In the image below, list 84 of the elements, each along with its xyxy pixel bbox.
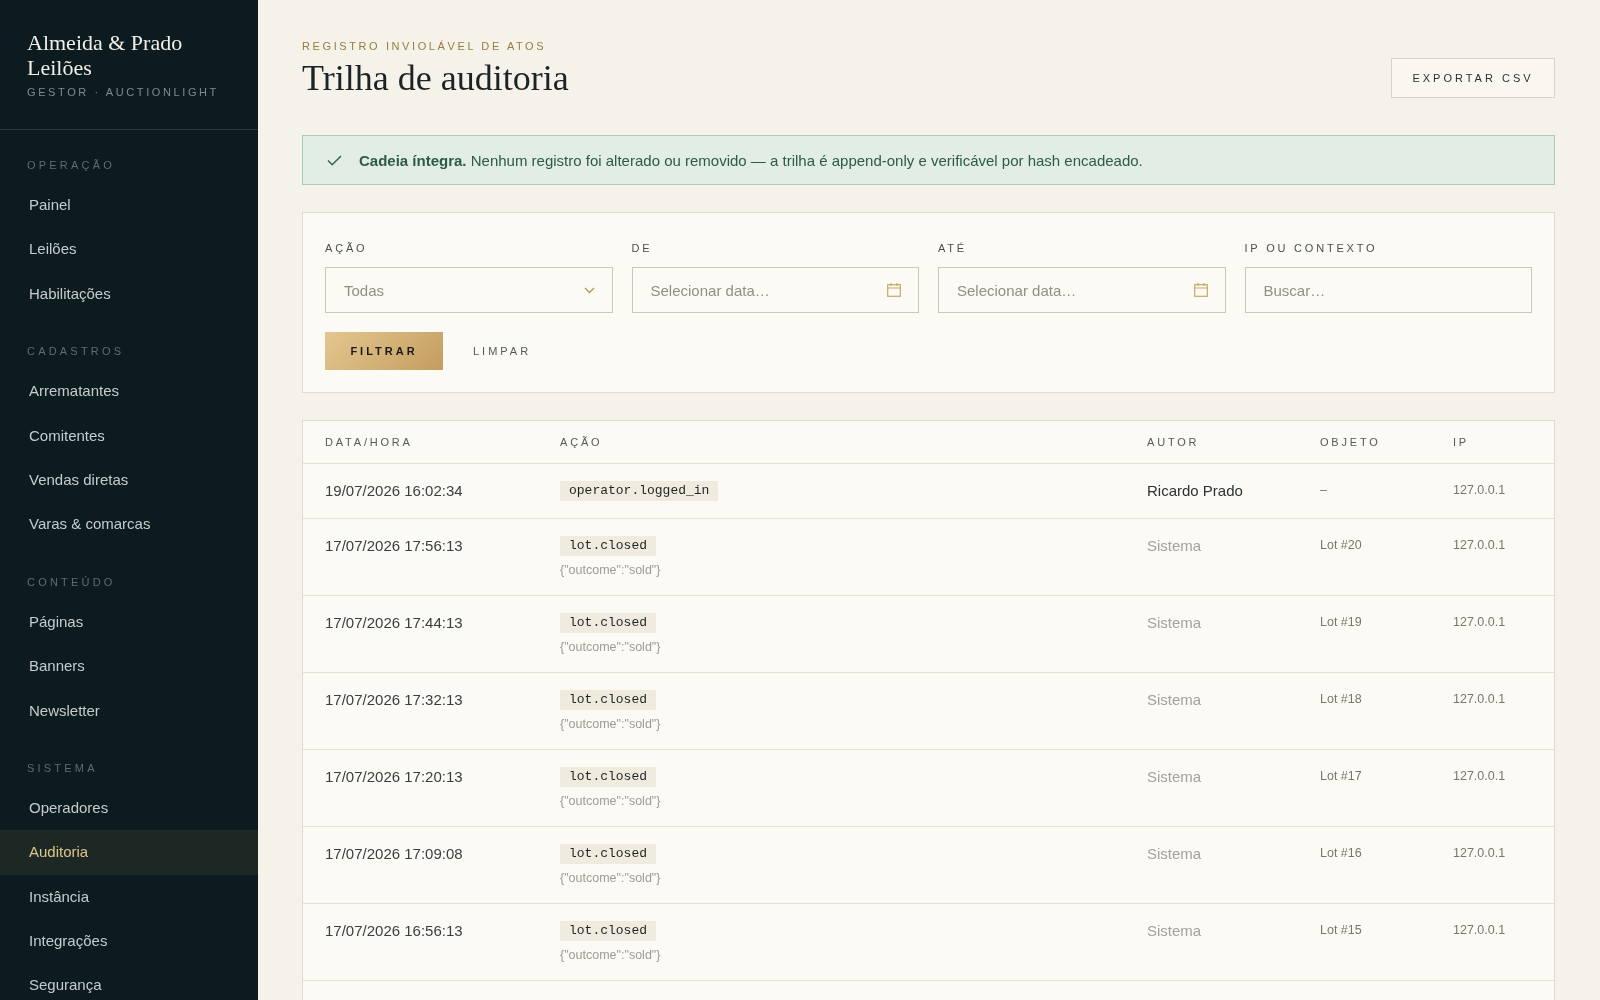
page-eyebrow: REGISTRO INVIOLÁVEL DE ATOS: [302, 39, 547, 53]
alert-text: Cadeia íntegra. Nenhum registro foi alterado ou removido — a trilha é append-only e verificável por hash encadeado.: [359, 151, 1143, 169]
field-label: IP OU CONTEXTO: [1244, 241, 1378, 255]
nav-item[interactable]: Integrações: [0, 919, 258, 964]
datetime-cell: 17/07/2026 17:32:13: [325, 690, 463, 710]
context-json: {"outcome":"sold"}: [560, 794, 661, 809]
author-cell: Sistema: [1147, 690, 1202, 710]
nav-item[interactable]: Operadores: [0, 785, 258, 831]
ip-cell-text: 127.0.0.1: [1453, 614, 1506, 631]
object-cell-text: –: [1320, 482, 1327, 499]
export-button[interactable]: EXPORTAR CSV: [1391, 58, 1555, 98]
nav-item[interactable]: Segurança: [0, 963, 258, 1000]
ip-cell-text: 127.0.0.1: [1453, 482, 1506, 499]
nav-item[interactable]: Arrematantes: [0, 369, 258, 414]
date-field[interactable]: Selecionar data…: [631, 267, 919, 313]
field-label: ATÉ: [938, 241, 967, 255]
nav-item[interactable]: Vendas diretas: [0, 457, 258, 503]
nav-item[interactable]: Auditoria: [0, 830, 258, 875]
field-label: AÇÃO: [325, 241, 368, 255]
search-field[interactable]: Buscar…: [1244, 267, 1532, 313]
ip-cell-text: 127.0.0.1: [1453, 537, 1506, 554]
calendar-icon: [887, 283, 901, 297]
object-cell-text: Lot #19: [1320, 614, 1362, 631]
filter-button[interactable]: FILTRAR: [325, 332, 443, 370]
context-json: {"outcome":"sold"}: [560, 871, 661, 886]
nav-item[interactable]: Instância: [0, 874, 258, 920]
datetime-cell: 17/07/2026 17:44:13: [325, 613, 463, 633]
nav-section-label: CADASTROS: [26, 344, 126, 359]
nav-section-label: SISTEMA: [26, 760, 99, 775]
ip-cell-text: 127.0.0.1: [1453, 845, 1506, 862]
action-code-tag: lot.closed: [560, 767, 656, 787]
author-cell: Sistema: [1147, 613, 1202, 633]
datetime-cell: 17/07/2026 16:56:13: [325, 921, 463, 941]
nav-section-label: CONTEÚDO: [26, 574, 117, 589]
author-cell: Ricardo Prado: [1147, 481, 1243, 501]
context-json: {"outcome":"sold"}: [560, 717, 661, 732]
action-code-tag: lot.closed: [560, 690, 656, 710]
field-label: DE: [631, 241, 653, 255]
calendar-icon: [1193, 283, 1208, 297]
chevron-down-icon: [583, 286, 595, 294]
datetime-cell: 17/07/2026 17:09:08: [325, 844, 463, 864]
object-cell-text: Lot #20: [1320, 537, 1362, 554]
check-icon: [327, 154, 342, 166]
brand-subtitle: GESTOR · AUCTIONLIGHT: [27, 85, 220, 99]
date-field[interactable]: Selecionar data…: [938, 267, 1226, 313]
ip-cell-text: 127.0.0.1: [1453, 922, 1506, 939]
author-cell: Sistema: [1147, 921, 1202, 941]
object-cell-text: Lot #17: [1320, 768, 1362, 785]
action-code-tag: lot.closed: [560, 844, 656, 864]
action-code-tag: lot.closed: [560, 613, 656, 633]
nav-item[interactable]: Leilões: [0, 227, 258, 272]
nav-item[interactable]: Habilitações: [0, 271, 258, 317]
nav-item[interactable]: Newsletter: [0, 688, 258, 733]
column-header: DATA/HORA: [325, 436, 413, 448]
nav-item[interactable]: Varas & comarcas: [0, 502, 258, 547]
nav-item[interactable]: Banners: [0, 644, 258, 689]
context-json: {"outcome":"sold"}: [560, 948, 661, 963]
brand-name: Almeida & Prado Leilões: [27, 30, 184, 80]
nav-section-label: OPERAÇÃO: [26, 158, 116, 172]
column-header: IP: [1453, 436, 1469, 448]
datetime-cell: 17/07/2026 17:20:13: [325, 767, 463, 787]
action-code-tag: lot.closed: [560, 536, 656, 556]
datetime-cell: 17/07/2026 17:56:13: [325, 536, 463, 556]
nav-item[interactable]: Painel: [0, 183, 258, 228]
context-json: {"outcome":"sold"}: [560, 563, 661, 578]
object-cell-text: Lot #16: [1320, 845, 1362, 862]
column-header: AUTOR: [1147, 436, 1200, 448]
column-header: OBJETO: [1320, 436, 1381, 448]
datetime-cell: 19/07/2026 16:02:34: [325, 481, 463, 501]
action-code-tag: operator.logged_in: [560, 481, 719, 501]
action-code-tag: lot.closed: [560, 921, 656, 941]
nav-item[interactable]: Páginas: [0, 599, 258, 645]
author-cell: Sistema: [1147, 536, 1202, 556]
ip-cell-text: 127.0.0.1: [1453, 768, 1506, 785]
clear-link[interactable]: LIMPAR: [465, 341, 540, 361]
nav-item[interactable]: Comitentes: [0, 413, 258, 458]
object-cell-text: Lot #15: [1320, 922, 1362, 939]
page-title: Trilha de auditoria: [302, 57, 569, 99]
column-header: AÇÃO: [560, 436, 603, 448]
author-cell: Sistema: [1147, 767, 1202, 787]
author-cell: Sistema: [1147, 844, 1202, 864]
object-cell-text: Lot #18: [1320, 691, 1362, 708]
context-json: {"outcome":"sold"}: [560, 640, 661, 655]
ip-cell-text: 127.0.0.1: [1453, 691, 1506, 708]
